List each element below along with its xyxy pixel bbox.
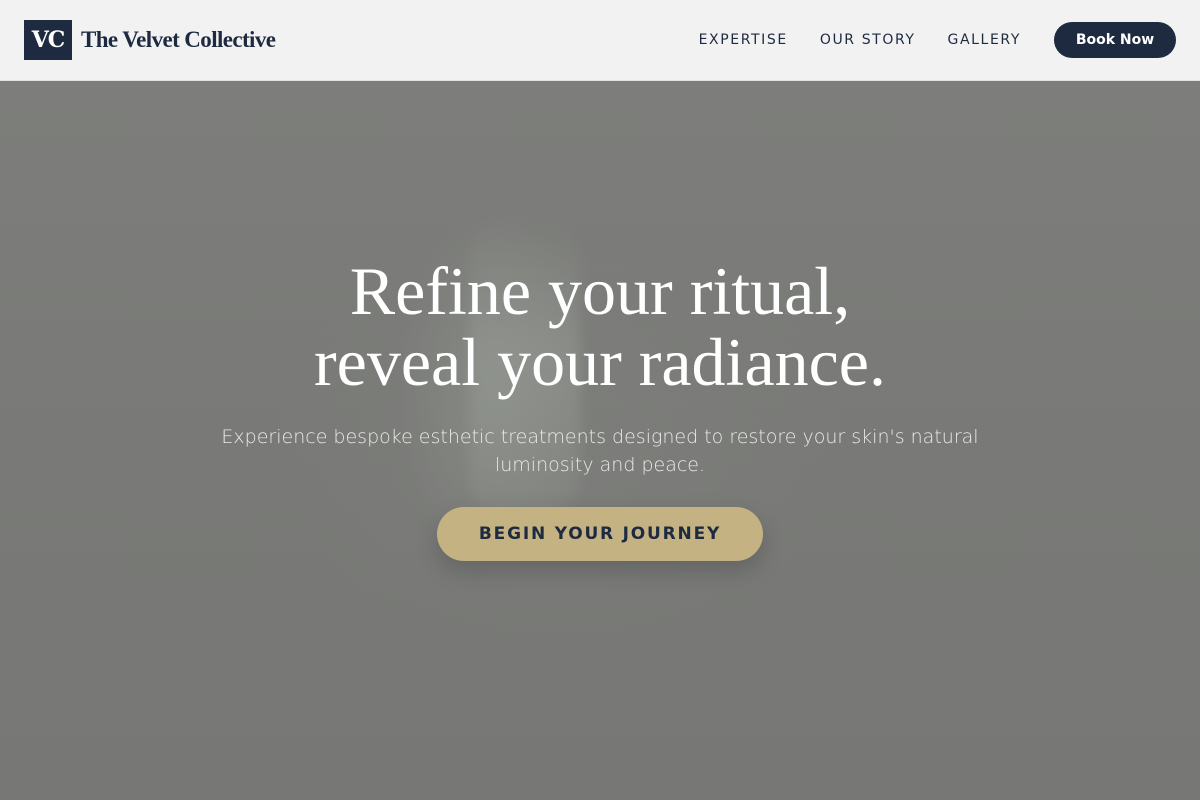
begin-journey-button[interactable]: BEGIN YOUR JOURNEY: [437, 507, 763, 561]
nav-link-our-story[interactable]: OUR STORY: [820, 32, 916, 48]
nav-link-expertise[interactable]: EXPERTISE: [699, 32, 788, 48]
logo-mark: VC: [24, 20, 72, 60]
brand-link[interactable]: VC The Velvet Collective: [24, 20, 276, 60]
main-nav: EXPERTISE OUR STORY GALLERY Book Now: [699, 22, 1176, 58]
hero-subtitle: Experience bespoke esthetic treatments d…: [221, 426, 979, 476]
book-now-button[interactable]: Book Now: [1054, 22, 1176, 58]
nav-link-gallery[interactable]: GALLERY: [948, 32, 1021, 48]
hero-title-line-2: reveal your radiance.: [314, 324, 886, 400]
site-header: VC The Velvet Collective EXPERTISE OUR S…: [0, 0, 1200, 81]
hero-content: Refine your ritual, reveal your radiance…: [0, 81, 1200, 561]
hero-title-line-1: Refine your ritual,: [349, 253, 851, 329]
hero-title: Refine your ritual, reveal your radiance…: [0, 256, 1200, 398]
brand-name: The Velvet Collective: [81, 27, 276, 52]
hero-section: Refine your ritual, reveal your radiance…: [0, 81, 1200, 800]
